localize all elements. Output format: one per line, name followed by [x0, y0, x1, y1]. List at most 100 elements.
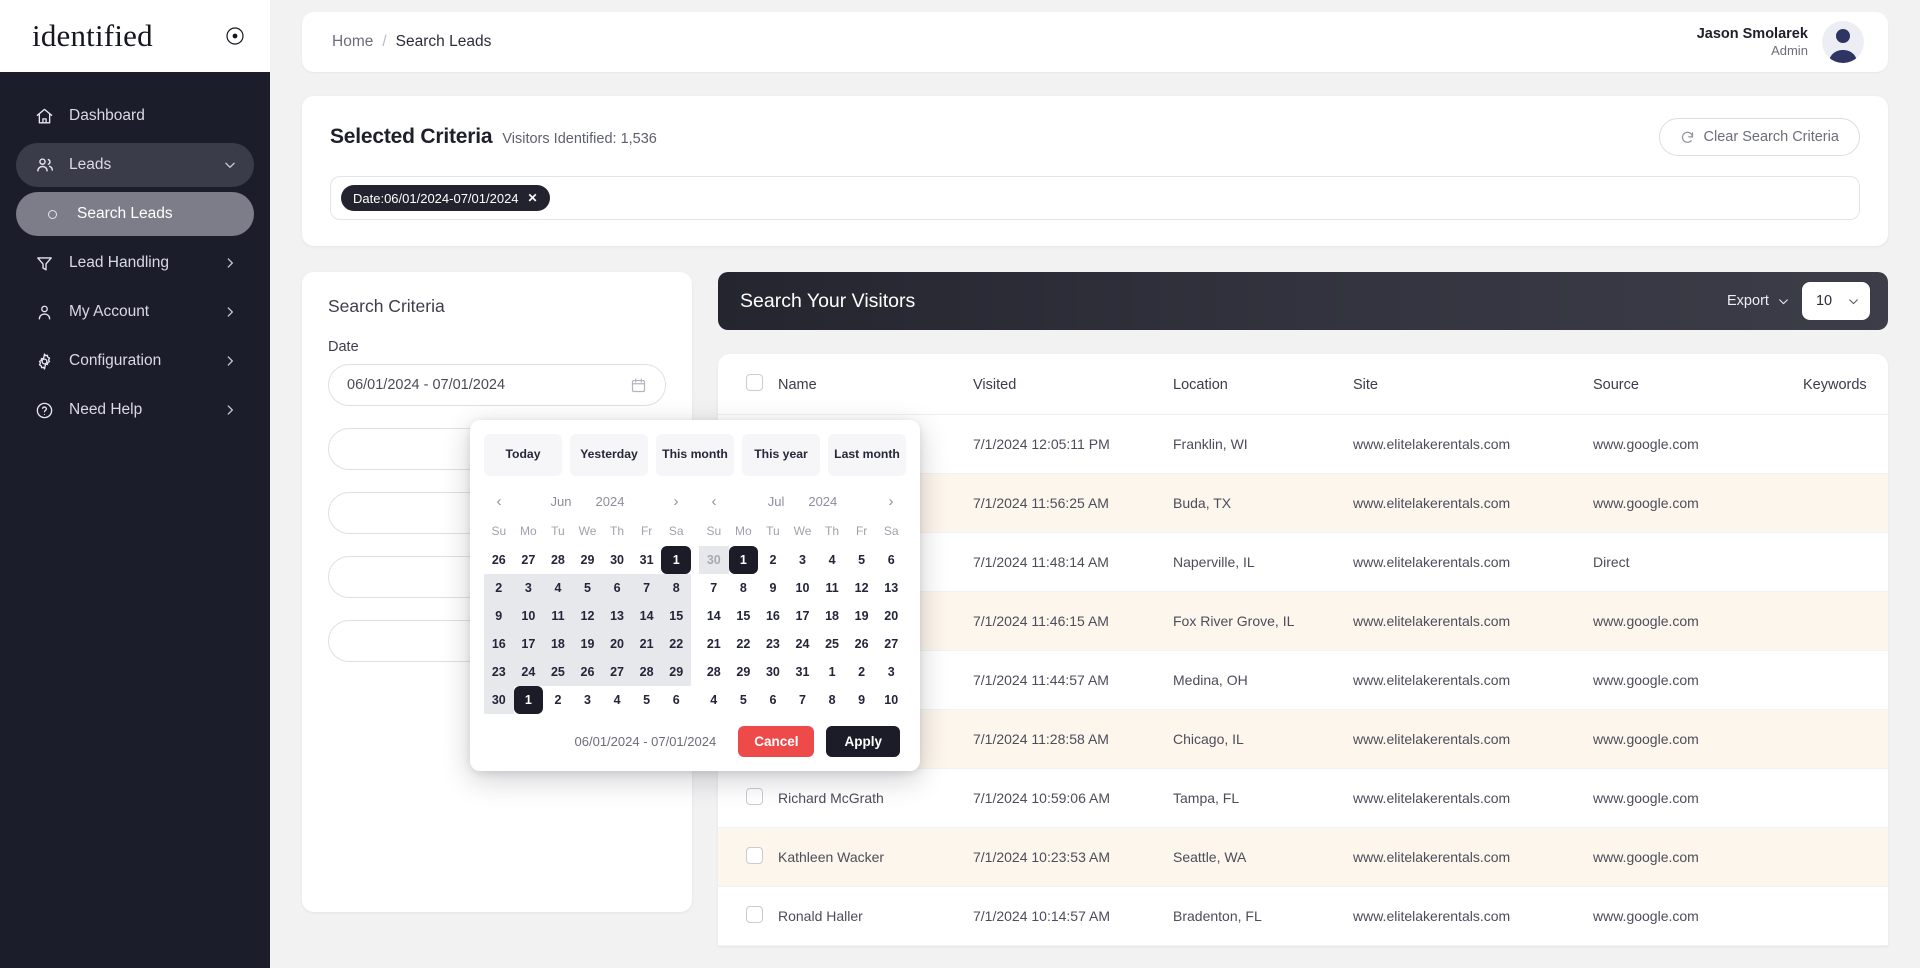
calendar-day[interactable]: 8 [729, 574, 759, 602]
column-header-location[interactable]: Location [1173, 354, 1353, 415]
column-header-site[interactable]: Site [1353, 354, 1593, 415]
calendar-day[interactable]: 27 [514, 546, 544, 574]
calendar-day[interactable]: 31 [788, 658, 818, 686]
calendar-day[interactable]: 28 [631, 658, 662, 686]
preset-today[interactable]: Today [484, 434, 562, 476]
calendar-day[interactable]: 22 [661, 630, 691, 658]
calendar-day[interactable]: 18 [543, 630, 573, 658]
calendar-day[interactable]: 31 [632, 546, 662, 574]
avatar[interactable] [1821, 21, 1864, 63]
calendar-day[interactable]: 2 [543, 686, 573, 714]
calendar-day[interactable]: 7 [699, 574, 729, 602]
calendar-day[interactable]: 4 [699, 686, 729, 714]
calendar-day[interactable]: 19 [847, 602, 877, 630]
calendar-day[interactable]: 26 [484, 546, 514, 574]
calendar-day[interactable]: 24 [513, 658, 544, 686]
calendar-day[interactable]: 14 [631, 602, 662, 630]
user-menu[interactable]: Jason Smolarek Admin [1697, 21, 1864, 63]
sidebar-item-configuration[interactable]: Configuration [16, 339, 254, 383]
calendar-day[interactable]: 6 [602, 574, 632, 602]
calendar-day[interactable]: 29 [661, 658, 691, 686]
criteria-chip-date[interactable]: Date:06/01/2024-07/01/2024 ✕ [341, 185, 550, 211]
calendar-day[interactable]: 20 [876, 602, 906, 630]
calendar-day[interactable]: 10 [513, 602, 544, 630]
preset-this-year[interactable]: This year [742, 434, 820, 476]
preset-this-month[interactable]: This month [656, 434, 734, 476]
row-checkbox[interactable] [746, 847, 763, 864]
page-size-select[interactable]: 10 [1801, 282, 1870, 320]
calendar-day[interactable]: 5 [729, 686, 759, 714]
calendar-day[interactable]: 28 [543, 546, 573, 574]
calendar-day[interactable]: 15 [729, 602, 759, 630]
calendar-day[interactable]: 5 [847, 546, 877, 574]
calendar-day[interactable]: 10 [788, 574, 818, 602]
calendar-day[interactable]: 23 [484, 658, 514, 686]
calendar-day[interactable]: 2 [847, 658, 877, 686]
calendar-day[interactable]: 30 [484, 686, 514, 714]
calendar-day[interactable]: 15 [661, 602, 691, 630]
date-range-input[interactable]: 06/01/2024 - 07/01/2024 [328, 364, 666, 406]
column-header-source[interactable]: Source [1593, 354, 1803, 415]
calendar-day[interactable]: 5 [572, 574, 603, 602]
column-header-name[interactable]: Name [778, 354, 973, 415]
circle-dot-icon[interactable] [224, 25, 246, 47]
row-checkbox[interactable] [746, 906, 763, 923]
calendar-day[interactable]: 9 [484, 602, 514, 630]
calendar-day[interactable]: 22 [729, 630, 759, 658]
calendar-day[interactable]: 29 [729, 658, 759, 686]
calendar-day[interactable]: 13 [602, 602, 632, 630]
calendar-day[interactable]: 25 [817, 630, 847, 658]
row-checkbox[interactable] [746, 788, 763, 805]
calendar-day[interactable]: 30 [699, 546, 729, 574]
calendar-day[interactable]: 23 [758, 630, 788, 658]
sidebar-item-search-leads[interactable]: Search Leads [16, 192, 254, 236]
export-button[interactable]: Export [1727, 293, 1790, 309]
calendar-icon[interactable] [630, 377, 647, 394]
sidebar-item-need-help[interactable]: Need Help [16, 388, 254, 432]
calendar-day[interactable]: 20 [602, 630, 632, 658]
calendar-day[interactable]: 10 [876, 686, 906, 714]
calendar-day[interactable]: 3 [788, 546, 818, 574]
column-header-keywords[interactable]: Keywords [1803, 354, 1888, 415]
calendar-day[interactable]: 5 [632, 686, 662, 714]
chevron-left-icon[interactable]: ‹ [490, 493, 508, 510]
chevron-left-icon[interactable]: ‹ [705, 493, 723, 510]
calendar-day[interactable]: 16 [484, 630, 514, 658]
sidebar-item-my-account[interactable]: My Account [16, 290, 254, 334]
clear-search-criteria-button[interactable]: Clear Search Criteria [1658, 118, 1860, 156]
calendar-day[interactable]: 26 [572, 658, 603, 686]
cancel-button[interactable]: Cancel [738, 726, 815, 757]
calendar-day[interactable]: 4 [602, 686, 632, 714]
calendar-day[interactable]: 14 [699, 602, 729, 630]
calendar-day[interactable]: 26 [847, 630, 877, 658]
calendar-day[interactable]: 3 [876, 658, 906, 686]
apply-button[interactable]: Apply [826, 726, 900, 757]
calendar-day[interactable]: 18 [817, 602, 847, 630]
calendar-day[interactable]: 12 [847, 574, 877, 602]
calendar-day[interactable]: 6 [661, 686, 691, 714]
calendar-day[interactable]: 9 [758, 574, 788, 602]
calendar-day[interactable]: 11 [543, 602, 573, 630]
preset-yesterday[interactable]: Yesterday [570, 434, 648, 476]
calendar-day[interactable]: 4 [543, 574, 573, 602]
calendar-day[interactable]: 2 [758, 546, 788, 574]
calendar-day[interactable]: 1 [661, 546, 691, 574]
select-all-checkbox[interactable] [746, 374, 763, 391]
breadcrumb-home[interactable]: Home [332, 33, 373, 51]
calendar-day[interactable]: 27 [876, 630, 906, 658]
calendar-day[interactable]: 3 [573, 686, 603, 714]
calendar-day[interactable]: 13 [876, 574, 906, 602]
calendar-day[interactable]: 3 [513, 574, 544, 602]
calendar-day[interactable]: 21 [631, 630, 662, 658]
sidebar-item-dashboard[interactable]: Dashboard [16, 94, 254, 138]
calendar-day[interactable]: 4 [817, 546, 847, 574]
calendar-day[interactable]: 12 [572, 602, 603, 630]
chevron-right-icon[interactable]: › [882, 493, 900, 510]
sidebar-item-lead-handling[interactable]: Lead Handling [16, 241, 254, 285]
calendar-day[interactable]: 19 [572, 630, 603, 658]
calendar-day[interactable]: 16 [758, 602, 788, 630]
calendar-day[interactable]: 25 [543, 658, 573, 686]
calendar-day[interactable]: 29 [573, 546, 603, 574]
calendar-day[interactable]: 1 [513, 686, 544, 714]
calendar-day[interactable]: 8 [817, 686, 847, 714]
